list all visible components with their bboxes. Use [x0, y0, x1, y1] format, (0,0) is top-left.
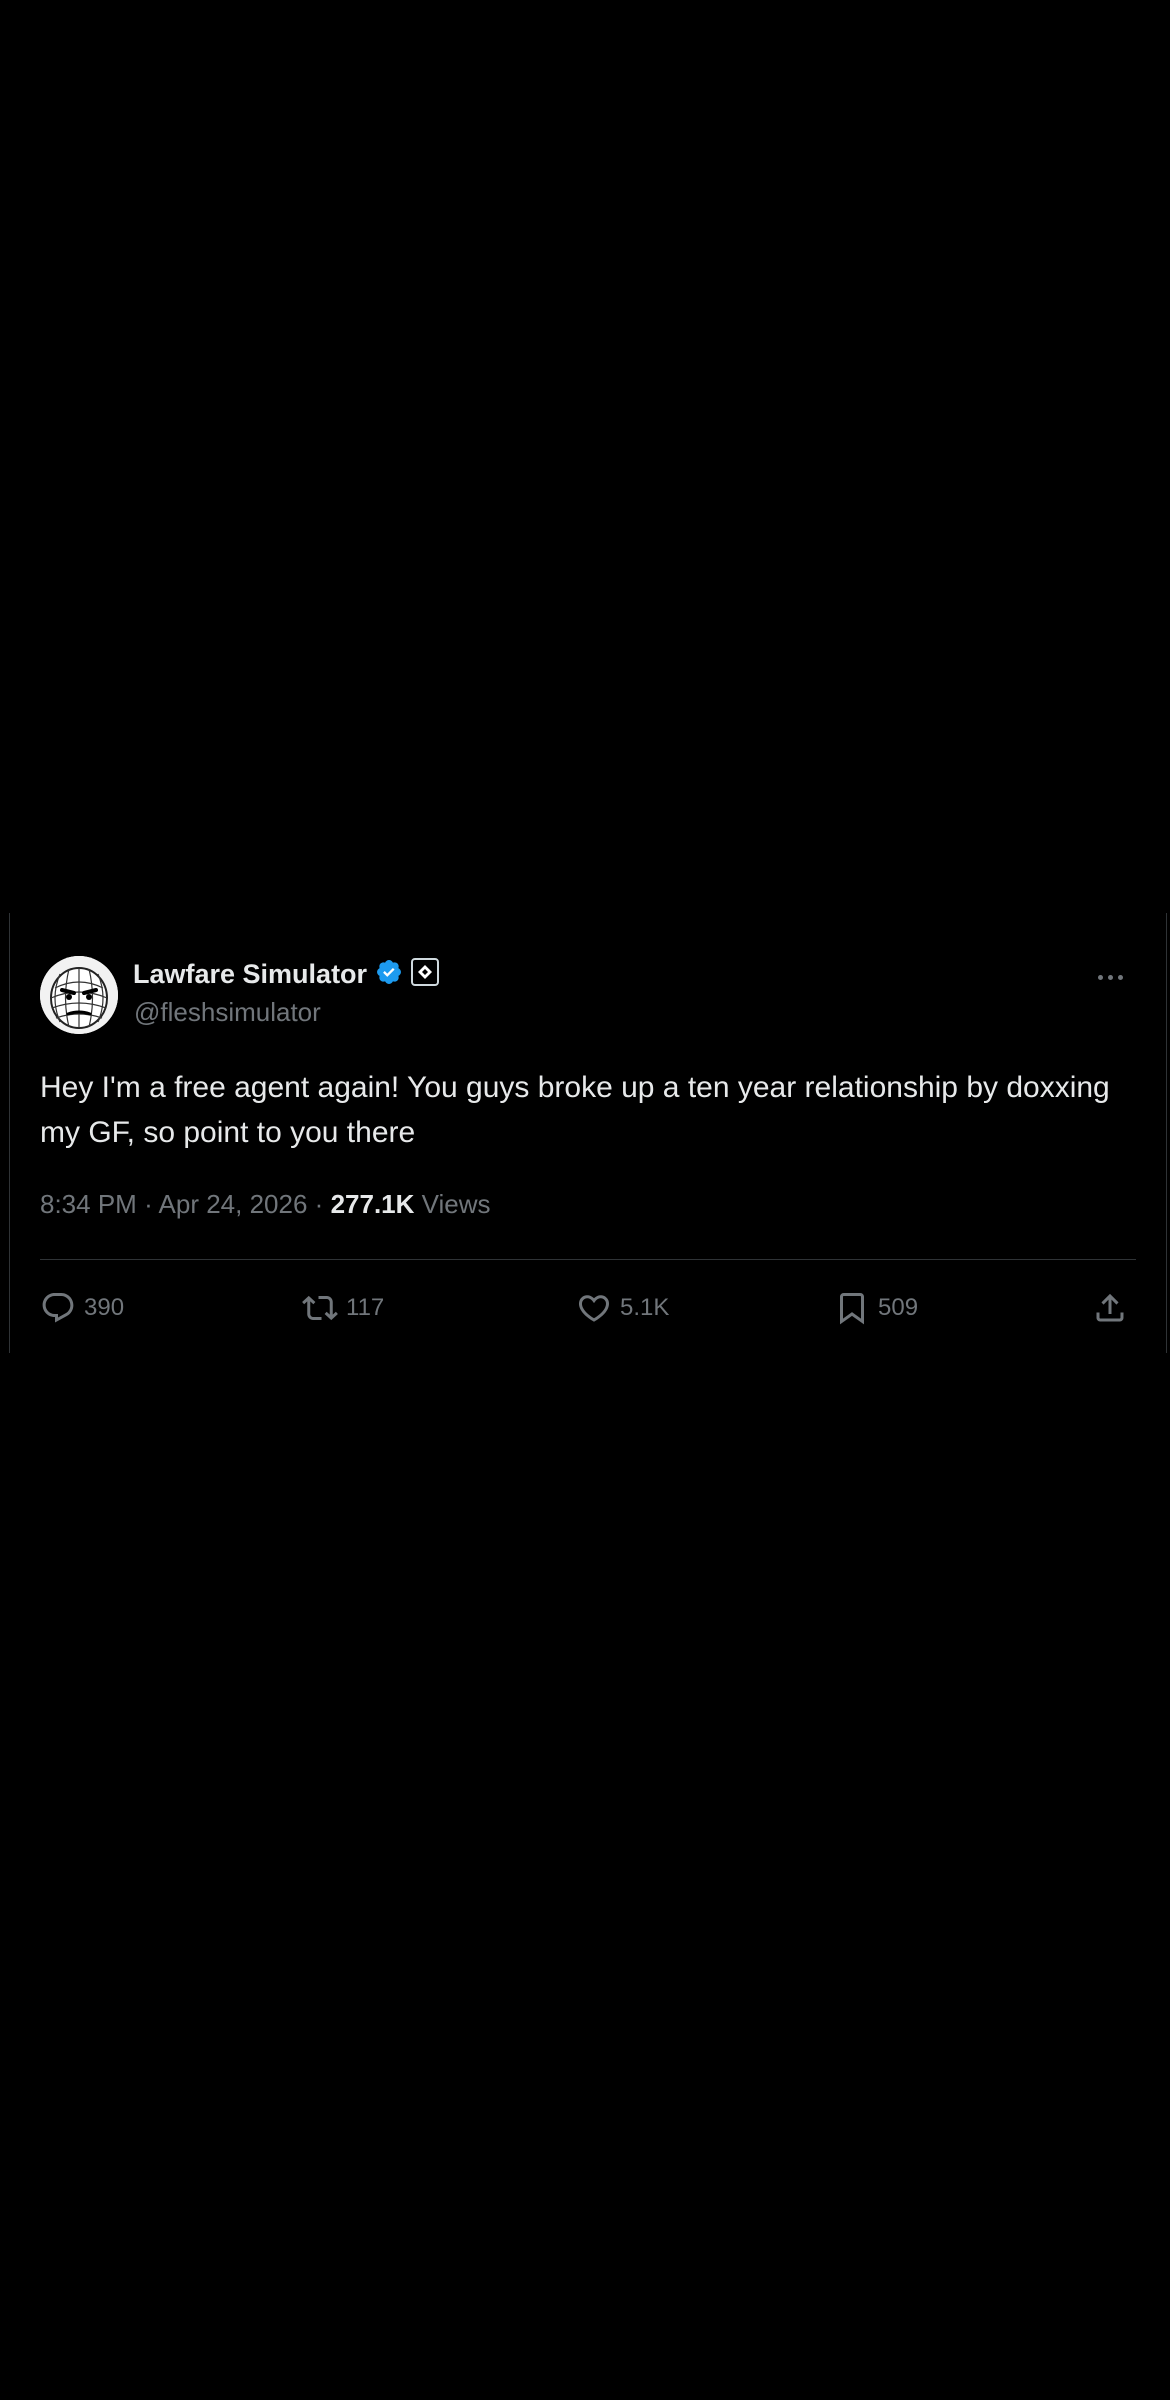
reply-icon [42, 1293, 74, 1323]
tweet-text: Hey I'm a free agent again! You guys bro… [40, 1071, 1110, 1149]
avatar[interactable] [40, 956, 118, 1034]
bookmark-count: 509 [878, 1294, 919, 1321]
share-icon [1096, 1293, 1124, 1322]
divider [40, 1259, 1136, 1260]
tweet-time[interactable]: 8:34 PM [40, 1189, 137, 1219]
display-name[interactable]: Lawfare Simulator [133, 959, 367, 990]
repost-button[interactable]: 117 [302, 1285, 384, 1331]
verified-badge-icon[interactable] [375, 958, 403, 991]
tweet-card[interactable]: Lawfare Simulator @fleshsimulator Hey I'… [9, 913, 1167, 1353]
bookmark-button[interactable]: 509 [834, 1285, 918, 1331]
reply-button[interactable]: 390 [40, 1285, 124, 1331]
action-bar: 390 117 5.1K 509 [40, 1285, 1136, 1331]
tweet-date[interactable]: Apr 24, 2026 [159, 1189, 308, 1219]
meta-separator: · [144, 1189, 153, 1219]
views-label: Views [421, 1189, 491, 1219]
tweet-meta: 8:34 PM · Apr 24, 2026 · 277.1K Views [40, 1189, 491, 1220]
reply-count: 390 [84, 1294, 125, 1321]
like-count: 5.1K [620, 1294, 670, 1321]
repost-icon [302, 1295, 338, 1321]
repost-count: 117 [346, 1294, 385, 1321]
views-count[interactable]: 277.1K [331, 1189, 415, 1219]
more-options-icon[interactable] [1090, 967, 1130, 987]
like-button[interactable]: 5.1K [576, 1285, 669, 1331]
heart-icon [578, 1295, 610, 1322]
affiliate-badge-icon[interactable] [411, 957, 440, 991]
grid-face-avatar-icon [40, 956, 118, 1034]
share-button[interactable] [1092, 1285, 1128, 1331]
bookmark-icon [840, 1293, 864, 1325]
meta-separator: · [314, 1189, 324, 1219]
user-name-row: Lawfare Simulator [133, 957, 440, 991]
user-handle[interactable]: @fleshsimulator [134, 997, 321, 1028]
